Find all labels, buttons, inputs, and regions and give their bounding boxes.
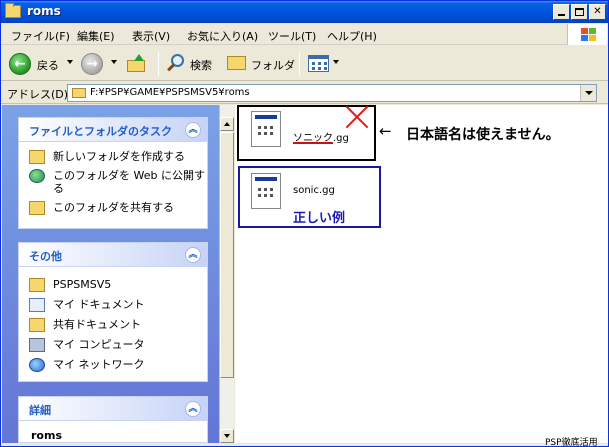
back-dropdown-icon[interactable] [67, 60, 73, 64]
task-label[interactable]: 新しいフォルダを作成する [53, 150, 185, 163]
menu-edit[interactable]: 編集(E) [77, 28, 115, 44]
menu-help[interactable]: ヘルプ(H) [327, 28, 377, 44]
folder-icon [72, 88, 86, 98]
folder-icon [29, 278, 45, 292]
minimize-button[interactable] [553, 4, 570, 20]
address-path[interactable]: F:¥PSP¥GAME¥PSPSMSV5¥roms [90, 87, 250, 98]
panel-header[interactable]: 詳細 ︽ [19, 397, 207, 421]
panel-title[interactable]: ファイルとフォルダのタスク [29, 123, 172, 139]
toolbar: ← 戻る → 検索 フォルダ [1, 46, 608, 81]
views-dropdown-icon[interactable] [333, 60, 339, 64]
file-folder-tasks-panel: ファイルとフォルダのタスク ︽ 新しいフォルダを作成する このフォルダを Web… [18, 117, 208, 229]
menu-file[interactable]: ファイル(F) [11, 28, 70, 44]
title-bar[interactable]: roms ✕ [1, 1, 608, 23]
panel-header[interactable]: その他 ︽ [19, 243, 207, 267]
close-button[interactable]: ✕ [589, 4, 606, 20]
scroll-up-button[interactable] [220, 117, 234, 131]
collapse-icon[interactable]: ︽ [185, 122, 201, 138]
address-field[interactable]: F:¥PSP¥GAME¥PSPSMSV5¥roms [67, 84, 597, 102]
correct-label: 正しい例 [293, 211, 346, 226]
folders-label[interactable]: フォルダ [251, 57, 295, 73]
forward-button[interactable]: → [81, 53, 103, 75]
details-name-label: roms [31, 429, 62, 442]
views-icon[interactable] [308, 55, 329, 72]
my-network-icon [29, 358, 45, 372]
toolbar-separator [299, 52, 300, 76]
wrong-note: 日本語名は使えません。 [406, 127, 560, 143]
back-button[interactable]: ← [9, 53, 31, 75]
menu-tools[interactable]: ツール(T) [268, 28, 316, 44]
cross-mark-icon [344, 104, 370, 130]
publish-web-icon [29, 169, 45, 183]
share-folder-icon [29, 201, 45, 215]
details-panel: 詳細 ︽ roms [18, 396, 208, 443]
task-label[interactable]: このフォルダを Web に公開す [53, 169, 205, 182]
new-folder-icon [29, 150, 45, 164]
folders-icon[interactable] [227, 56, 246, 70]
up-folder-icon[interactable] [127, 54, 147, 72]
address-dropdown-button[interactable] [580, 85, 596, 101]
explorer-window: roms ✕ ファイル(F) 編集(E) 表示(V) お気に入り(A) ツール(… [0, 0, 609, 447]
forward-dropdown-icon[interactable] [111, 60, 117, 64]
arrow-left-icon: ← [379, 122, 392, 140]
panel-header[interactable]: ファイルとフォルダのタスク ︽ [19, 118, 207, 142]
place-label[interactable]: PSPSMSV5 [53, 278, 111, 291]
place-label[interactable]: マイ コンピュータ [53, 338, 145, 351]
task-label[interactable]: る [53, 182, 64, 195]
windows-logo-icon [567, 24, 607, 45]
place-label[interactable]: マイ ネットワーク [53, 358, 145, 371]
my-computer-icon [29, 338, 45, 352]
address-label: アドレス(D) [7, 88, 69, 101]
scroll-down-button[interactable] [220, 429, 234, 443]
maximize-button[interactable] [571, 4, 588, 20]
menu-view[interactable]: 表示(V) [132, 28, 170, 44]
credit-watermark: PSP徹底活用 [545, 438, 598, 447]
shared-documents-icon [29, 318, 45, 332]
my-documents-icon [29, 298, 45, 312]
task-label[interactable]: このフォルダを共有する [53, 201, 174, 214]
panel-title[interactable]: その他 [29, 248, 62, 264]
other-places-panel: その他 ︽ PSPSMSV5 マイ ドキュメント 共有ドキュメント マイ コンピ… [18, 242, 208, 382]
folder-icon [5, 3, 21, 18]
search-icon[interactable] [166, 54, 186, 74]
place-label[interactable]: マイ ドキュメント [53, 298, 145, 311]
search-label[interactable]: 検索 [190, 57, 212, 73]
panel-title[interactable]: 詳細 [29, 402, 51, 418]
task-pane-scrollbar[interactable] [219, 105, 234, 443]
back-label[interactable]: 戻る [37, 57, 59, 73]
task-pane: ファイルとフォルダのタスク ︽ 新しいフォルダを作成する このフォルダを Web… [2, 105, 220, 443]
window-title: roms [27, 4, 61, 18]
collapse-icon[interactable]: ︽ [185, 401, 201, 417]
collapse-icon[interactable]: ︽ [185, 247, 201, 263]
address-bar: アドレス(D) F:¥PSP¥GAME¥PSPSMSV5¥roms [1, 82, 608, 104]
menu-favorites[interactable]: お気に入り(A) [187, 28, 258, 44]
toolbar-separator [158, 52, 159, 76]
wrong-name-underline [293, 142, 333, 144]
scroll-thumb[interactable] [220, 132, 234, 378]
menu-bar: ファイル(F) 編集(E) 表示(V) お気に入り(A) ツール(T) ヘルプ(… [1, 23, 608, 45]
place-label[interactable]: 共有ドキュメント [53, 318, 141, 331]
